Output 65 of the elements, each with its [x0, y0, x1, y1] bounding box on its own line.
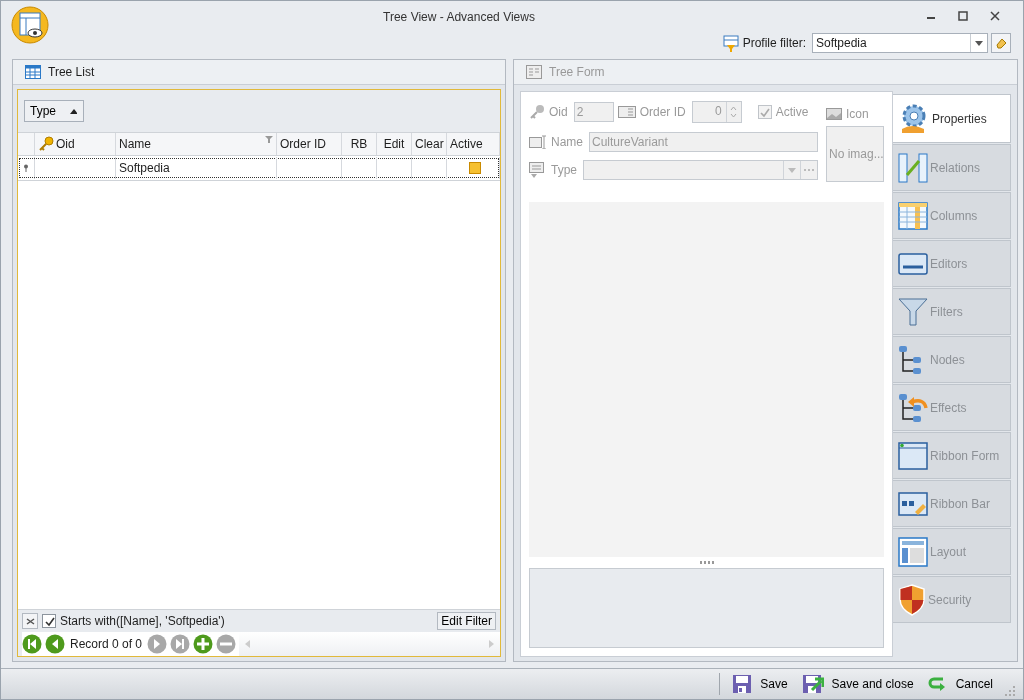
clear-filter-button[interactable] [22, 613, 38, 629]
text-field-icon [529, 135, 547, 149]
active-label: Active [775, 105, 809, 119]
maximize-icon [958, 11, 968, 21]
scroll-right-icon [489, 640, 494, 648]
panel-title: Tree Form [549, 65, 605, 79]
window-icon [898, 441, 928, 470]
list-icon [529, 162, 547, 178]
group-by-column-button[interactable]: Type [24, 100, 84, 122]
column-header[interactable]: Order ID [277, 133, 342, 155]
add-record-button[interactable] [193, 634, 214, 654]
table-link-icon [898, 152, 928, 183]
form-icon [526, 65, 542, 79]
profile-filter-dropdown[interactable]: Softpedia [812, 33, 988, 53]
edit-filter-button[interactable]: Edit Filter [437, 612, 496, 630]
column-header[interactable]: Clear [412, 133, 447, 155]
horizontal-scrollbar[interactable] [239, 632, 500, 656]
shield-icon [898, 583, 926, 616]
caret-icon [788, 167, 796, 173]
scroll-left-icon [245, 640, 251, 648]
filter-checkbox[interactable] [42, 614, 56, 628]
columns-icon [898, 201, 928, 230]
resize-grip-icon [1005, 686, 1015, 696]
filter-expression[interactable]: Starts with([Name], 'Softpedia') [60, 614, 434, 628]
panel-title: Tree List [48, 65, 95, 79]
pin-icon [23, 164, 29, 172]
key-icon [529, 104, 545, 120]
close-icon [990, 11, 1000, 21]
filter-icon [265, 136, 273, 143]
table-icon [25, 65, 41, 79]
text-box-icon [898, 252, 928, 275]
sort-ascending-icon [70, 108, 77, 114]
column-header[interactable]: Oid [35, 133, 116, 155]
caret-icon [975, 40, 983, 46]
clear-filter-button[interactable] [991, 33, 1011, 53]
first-record-button[interactable] [22, 634, 42, 654]
eraser-icon [995, 37, 1007, 49]
save-and-close-button[interactable]: Save and close [799, 672, 916, 696]
icon-label: Icon [846, 107, 869, 121]
profile-filter-label: Profile filter: [742, 36, 806, 50]
close-icon [25, 617, 35, 625]
number-field-icon [617, 106, 636, 118]
toolbar-icon [898, 491, 928, 516]
column-header[interactable]: Edit [377, 133, 412, 155]
filter-list-icon [721, 34, 740, 52]
image-icon [826, 108, 842, 120]
tree-undo-icon [898, 392, 928, 423]
active-checkbox[interactable] [468, 162, 481, 174]
column-header[interactable]: Name [116, 133, 277, 155]
funnel-icon [898, 296, 928, 327]
key-icon [38, 136, 54, 152]
oid-label: Oid [549, 105, 568, 119]
layout-icon [898, 536, 928, 567]
table-cell: Softpedia [116, 157, 277, 179]
order-id-label: Order ID [639, 105, 686, 119]
record-counter: Record 0 of 0 [69, 637, 144, 651]
type-label: Type [551, 163, 577, 177]
prev-record-button[interactable] [45, 634, 65, 654]
column-header[interactable]: RB [342, 133, 377, 155]
name-label: Name [551, 135, 583, 149]
column-header[interactable]: Active [447, 133, 500, 155]
app-logo-icon [11, 6, 49, 44]
save-button[interactable]: Save [730, 672, 790, 696]
window-title: Tree View - Advanced Views [382, 9, 536, 24]
cancel-button[interactable]: Cancel [925, 672, 995, 696]
